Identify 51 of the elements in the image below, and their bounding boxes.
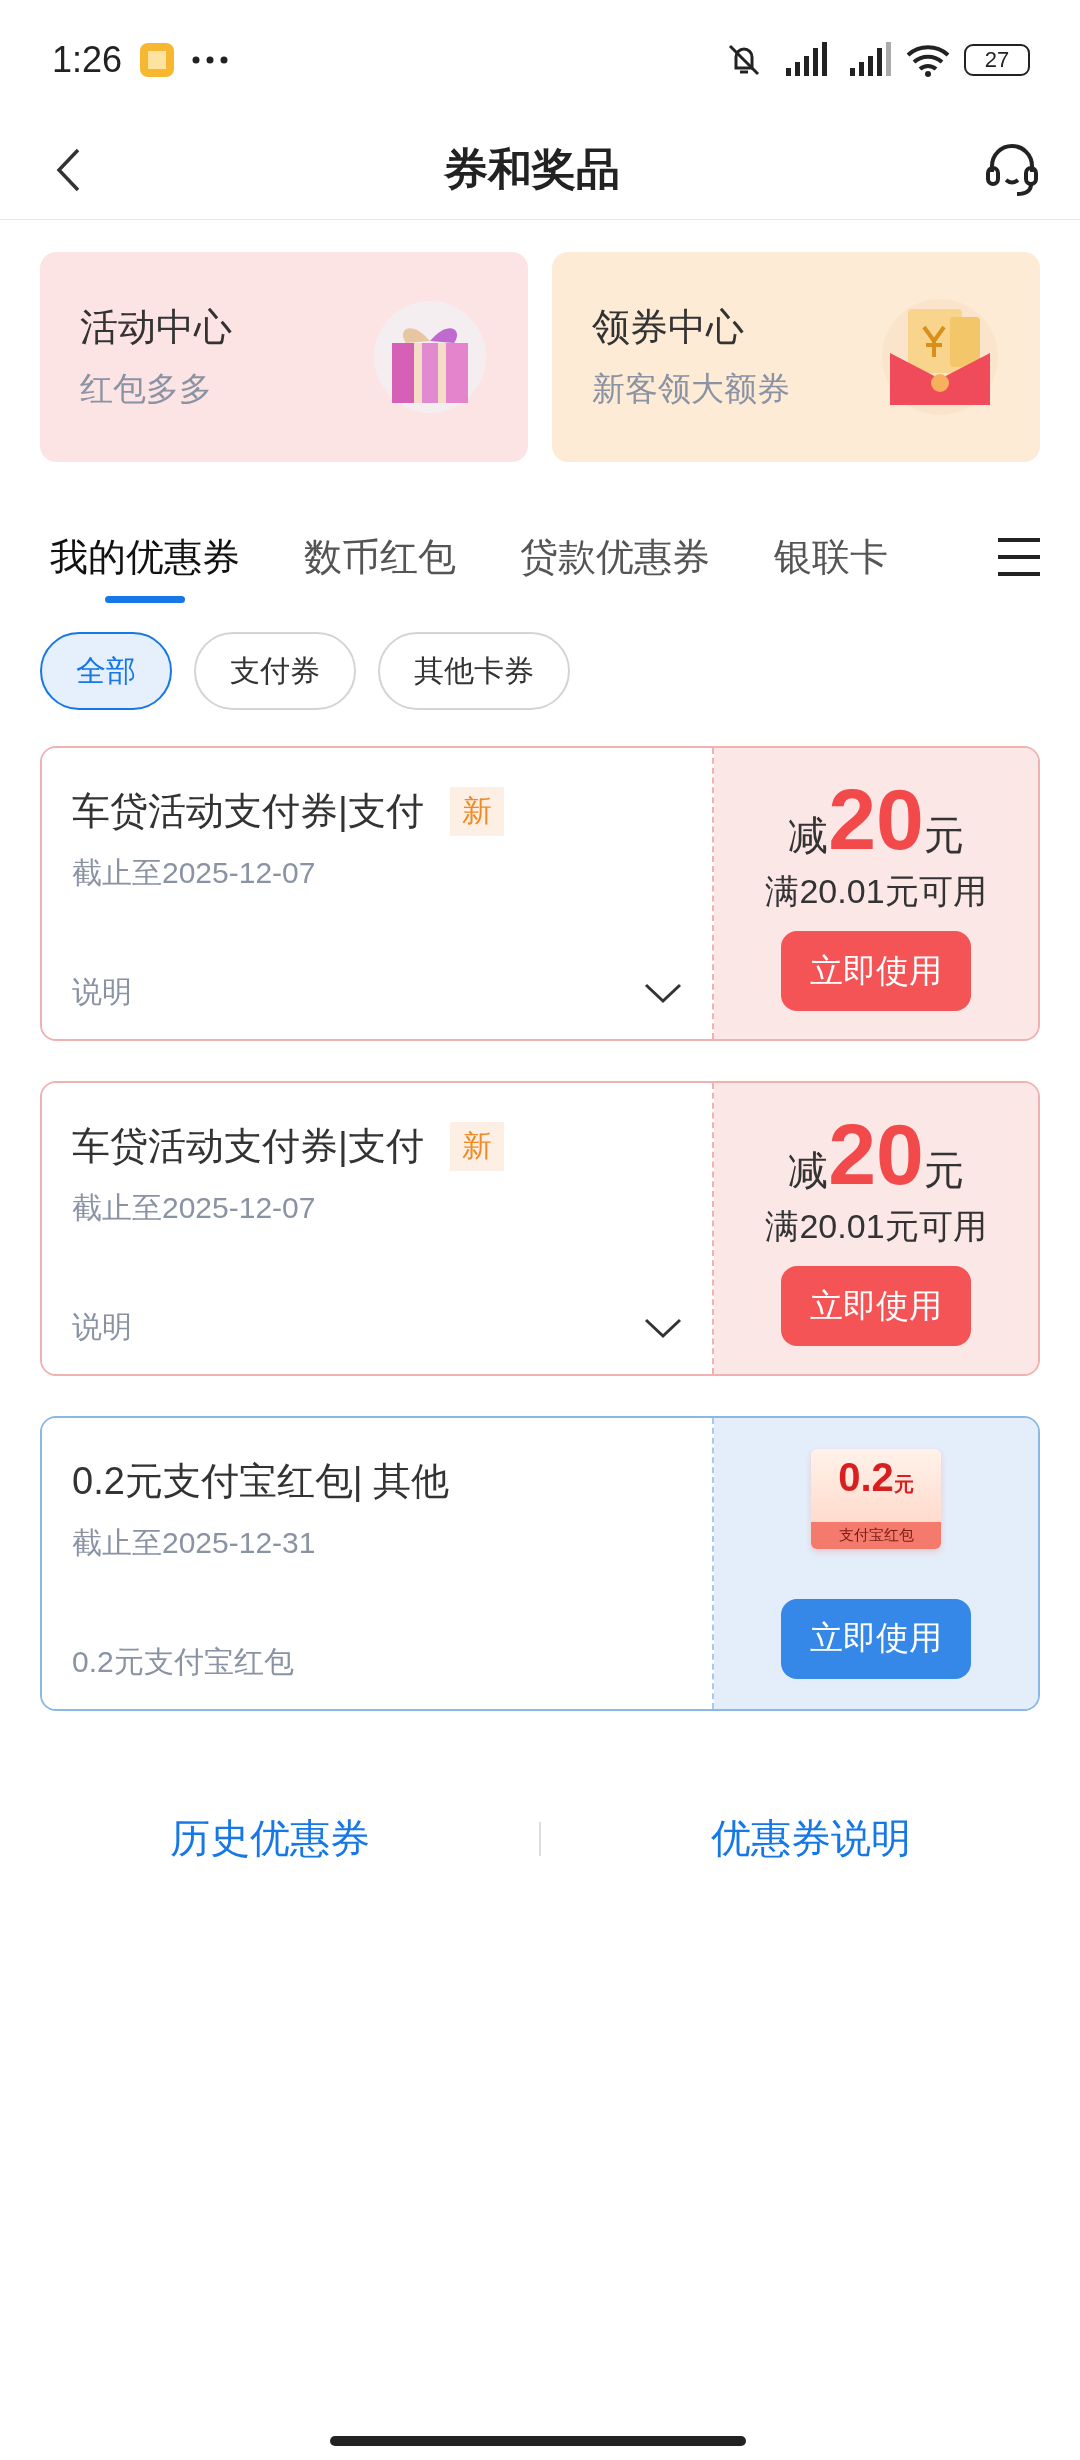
chevron-down-icon[interactable] xyxy=(644,981,682,1004)
discount-prefix: 减 xyxy=(788,812,829,859)
coupon-title: 车贷活动支付券|支付 xyxy=(72,1124,424,1169)
promo-card[interactable]: 活动中心 红包多多 xyxy=(40,252,528,462)
usage-condition: 满20.01元可用 xyxy=(765,871,987,912)
page-title: 券和奖品 xyxy=(443,143,621,195)
wifi-icon xyxy=(906,43,950,77)
category-tab[interactable]: 银联卡 xyxy=(774,507,888,607)
more-icon xyxy=(192,56,229,64)
gift-icon xyxy=(372,299,488,415)
category-tab[interactable]: 数币红包 xyxy=(304,507,456,607)
filter-chip[interactable]: 全部 xyxy=(40,632,172,710)
coupon-expiry: 截止至2025-12-07 xyxy=(72,1190,317,1226)
new-tag: 新 xyxy=(449,787,504,836)
filter-chip[interactable]: 其他卡券 xyxy=(378,632,570,710)
battery-icon: 27 xyxy=(964,44,1030,76)
status-time: 1:26 xyxy=(52,39,123,81)
headset-icon[interactable] xyxy=(984,141,1040,198)
coupon-title: 车贷活动支付券|支付 xyxy=(72,789,424,834)
badge-unit: 元 xyxy=(893,1472,914,1497)
history-coupons-link[interactable]: 历史优惠券 xyxy=(0,1811,539,1866)
promo-subtitle: 新客领大额券 xyxy=(592,369,791,409)
badge-label: 支付宝红包 xyxy=(811,1521,941,1549)
coupon-info-link[interactable]: 优惠券说明 xyxy=(541,1811,1080,1866)
category-tab[interactable]: 我的优惠券 xyxy=(50,507,240,607)
envelope-icon xyxy=(880,297,1000,417)
currency-unit: 元 xyxy=(923,1147,964,1194)
coupon-note: 说明 xyxy=(72,1309,132,1345)
filter-chip[interactable]: 支付券 xyxy=(194,632,356,710)
currency-unit: 元 xyxy=(923,812,964,859)
coupon-expiry: 截止至2025-12-07 xyxy=(72,855,317,891)
coupon-note: 说明 xyxy=(72,974,132,1010)
menu-icon[interactable] xyxy=(998,537,1040,577)
discount-prefix: 减 xyxy=(788,1147,829,1194)
coupon-title: 0.2元支付宝红包| 其他 xyxy=(72,1459,450,1504)
promo-subtitle: 红包多多 xyxy=(80,369,213,409)
usage-condition: 满20.01元可用 xyxy=(765,1206,987,1247)
chevron-down-icon[interactable] xyxy=(644,1316,682,1339)
coupon-note: 0.2元支付宝红包 xyxy=(72,1644,294,1680)
app-notification-icon xyxy=(140,43,175,77)
use-now-button[interactable]: 立即使用 xyxy=(781,1598,971,1679)
promo-title: 领券中心 xyxy=(592,305,745,350)
promo-card[interactable]: 领券中心 新客领大额券 xyxy=(552,252,1040,462)
category-tab[interactable]: 贷款优惠券 xyxy=(520,507,710,607)
badge-amount: 0.2 xyxy=(838,1454,894,1500)
coupon-expiry: 截止至2025-12-31 xyxy=(72,1525,317,1561)
discount-amount: 20 xyxy=(828,1111,924,1197)
promo-title: 活动中心 xyxy=(80,305,233,350)
new-tag: 新 xyxy=(449,1122,504,1171)
back-icon[interactable] xyxy=(56,147,80,192)
discount-amount: 20 xyxy=(828,776,924,862)
